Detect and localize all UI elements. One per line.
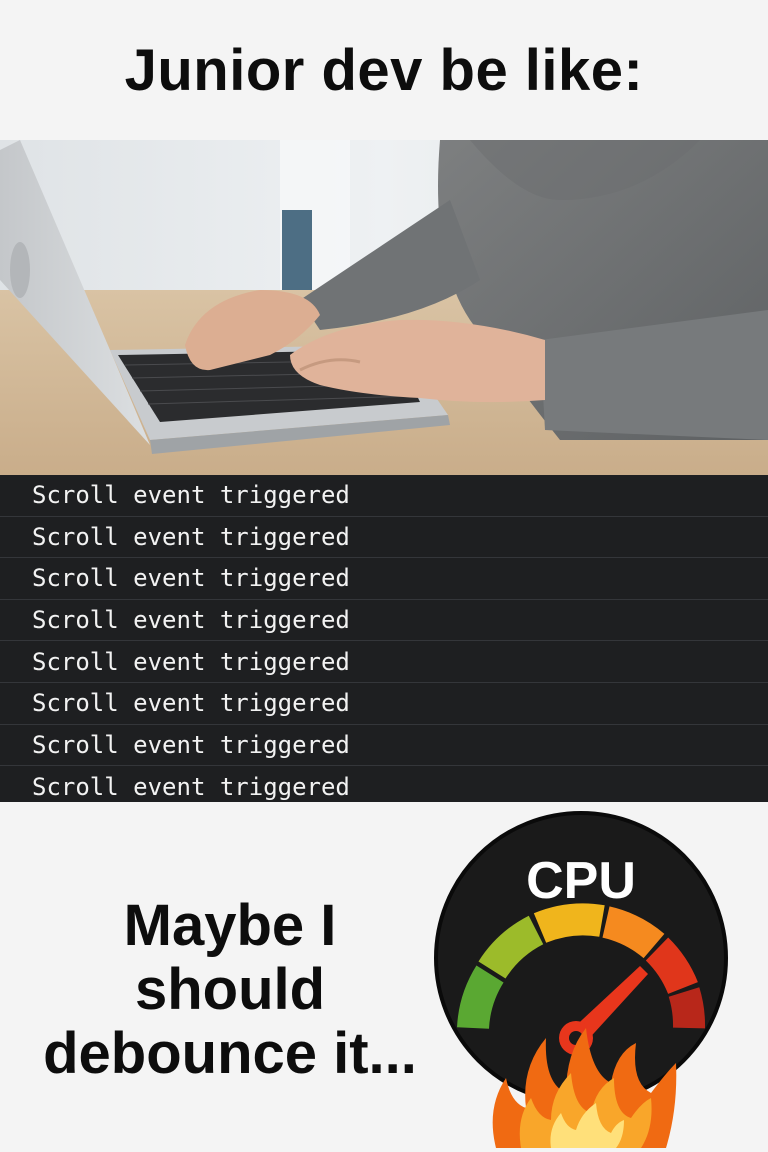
bottom-caption-line: debounce it... — [43, 1021, 417, 1086]
bottom-caption: Maybe I should debounce it... — [30, 894, 430, 1086]
cpu-gauge-icon: CPU — [434, 811, 728, 1148]
top-caption-bar: Junior dev be like: — [0, 0, 768, 140]
bottom-panel: Maybe I should debounce it... CPU — [0, 802, 768, 1152]
log-line: Scroll event triggered — [0, 641, 768, 683]
log-line: Scroll event triggered — [0, 725, 768, 767]
log-line: Scroll event triggered — [0, 683, 768, 725]
log-line: Scroll event triggered — [0, 475, 768, 517]
log-line: Scroll event triggered — [0, 517, 768, 559]
bottom-caption-line: Maybe I — [123, 893, 337, 958]
log-line: Scroll event triggered — [0, 600, 768, 642]
log-line: Scroll event triggered — [0, 558, 768, 600]
laptop-photo — [0, 140, 768, 475]
bottom-caption-line: should — [134, 957, 326, 1022]
console-log: Scroll event triggered Scroll event trig… — [0, 475, 768, 802]
cpu-label: CPU — [526, 852, 636, 910]
top-caption: Junior dev be like: — [124, 37, 644, 103]
